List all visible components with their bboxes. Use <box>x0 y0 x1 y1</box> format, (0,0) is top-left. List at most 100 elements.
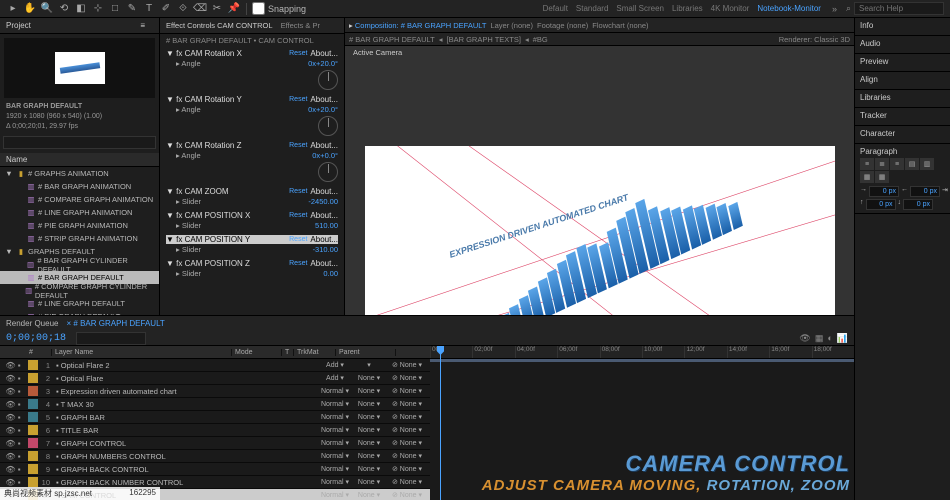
fx-property[interactable]: ▸ Slider0.00 <box>166 268 338 279</box>
bc-2[interactable]: #BG <box>533 35 548 44</box>
fx-header[interactable]: ▼ fx CAM ZOOMResetAbout... <box>166 187 338 196</box>
bc-1[interactable]: [BAR GRAPH TEXTS] <box>446 35 520 44</box>
timeline-layer[interactable]: 👁 ▪8▪ GRAPH NUMBERS CONTROLNormal ▾None … <box>0 450 430 463</box>
fx-header[interactable]: ▼ fx CAM POSITION XResetAbout... <box>166 211 338 220</box>
timeline-layer[interactable]: 👁 ▪2▪ Optical FlareAdd ▾None ▾⊘ None ▾ <box>0 372 430 385</box>
flowchart-tab[interactable]: Flowchart (none) <box>592 21 648 30</box>
justify-center-icon[interactable]: ▥ <box>920 158 934 170</box>
angle-dial[interactable] <box>318 116 338 136</box>
panel-character[interactable]: Character <box>860 129 945 138</box>
renderer-label[interactable]: Renderer: Classic 3D <box>779 35 850 44</box>
roto-tool[interactable]: ✂ <box>210 2 224 16</box>
fx-property[interactable]: ▸ Slider510.00 <box>166 220 338 231</box>
hand-tool[interactable]: ✋ <box>23 2 37 16</box>
justify-left-icon[interactable]: ▤ <box>905 158 919 170</box>
eraser-tool[interactable]: ⌫ <box>193 2 207 16</box>
align-right-icon[interactable]: ≡ <box>890 158 904 170</box>
workspace-small-screen[interactable]: Small Screen <box>616 4 664 13</box>
timeline-layer[interactable]: 👁 ▪9▪ GRAPH BACK CONTROLNormal ▾None ▾⊘ … <box>0 463 430 476</box>
bc-0[interactable]: # BAR GRAPH DEFAULT <box>349 35 435 44</box>
indent-left[interactable] <box>869 186 899 197</box>
fx-header[interactable]: ▼ fx CAM POSITION YResetAbout... <box>166 235 338 244</box>
shape-tool[interactable]: □ <box>108 2 122 16</box>
fx-property[interactable]: ▸ Slider-2450.00 <box>166 196 338 207</box>
selection-tool[interactable]: ▸ <box>6 2 20 16</box>
space-before[interactable] <box>866 199 896 210</box>
timeline-panel: Render Queue × # BAR GRAPH DEFAULT 0;00;… <box>0 315 854 500</box>
motion-blur-icon[interactable]: ◐ <box>827 333 832 344</box>
timeline-layer[interactable]: 👁 ▪3▪ Expression driven automated chartN… <box>0 385 430 398</box>
snapping-checkbox[interactable] <box>252 2 265 15</box>
fx-header[interactable]: ▼ fx CAM Rotation YResetAbout... <box>166 95 338 104</box>
timeline-layer[interactable]: 👁 ▪5▪ GRAPH BARNormal ▾None ▾⊘ None ▾ <box>0 411 430 424</box>
active-camera-label: Active Camera <box>353 48 402 57</box>
panel-libraries[interactable]: Libraries <box>860 93 945 102</box>
fx-property[interactable]: ▸ Angle0x+20.0° <box>166 58 338 69</box>
project-item[interactable]: ▥# BAR GRAPH ANIMATION <box>0 180 159 193</box>
clone-tool[interactable]: ⟐ <box>176 2 190 16</box>
brush-tool[interactable]: ✐ <box>159 2 173 16</box>
layer-list[interactable]: #Layer NameModeTTrkMatParent 👁 ▪1▪ Optic… <box>0 346 430 500</box>
panel-preview[interactable]: Preview <box>860 57 945 66</box>
fx-property[interactable]: ▸ Angle0x+0.0° <box>166 150 338 161</box>
align-center-icon[interactable]: ≣ <box>875 158 889 170</box>
angle-dial[interactable] <box>318 162 338 182</box>
panel-align[interactable]: Align <box>860 75 945 84</box>
workspace-libraries[interactable]: Libraries <box>672 4 703 13</box>
timeline-layer[interactable]: 👁 ▪7▪ GRAPH CONTROLNormal ▾None ▾⊘ None … <box>0 437 430 450</box>
justify-right-icon[interactable]: ▦ <box>860 171 874 183</box>
panel-audio[interactable]: Audio <box>860 39 945 48</box>
project-item[interactable]: ▥# PIE GRAPH ANIMATION <box>0 219 159 232</box>
shy-icon[interactable]: 👁 <box>799 333 810 344</box>
panel-info[interactable]: Info <box>860 21 945 30</box>
pen-tool[interactable]: ✎ <box>125 2 139 16</box>
align-left-icon[interactable]: ≡ <box>860 158 874 170</box>
panel-tracker[interactable]: Tracker <box>860 111 945 120</box>
angle-dial[interactable] <box>318 70 338 90</box>
project-item[interactable]: ▥# STRIP GRAPH ANIMATION <box>0 232 159 245</box>
workspace-4k-monitor[interactable]: 4K Monitor <box>711 4 750 13</box>
footage-tab[interactable]: Footage (none) <box>537 21 588 30</box>
comp-tab-active[interactable]: ▸ Composition: # BAR GRAPH DEFAULT <box>349 21 486 30</box>
current-timecode[interactable]: 0;00;00;18 <box>6 333 66 344</box>
timeline-layer[interactable]: 👁 ▪6▪ TITLE BARNormal ▾None ▾⊘ None ▾ <box>0 424 430 437</box>
layer-tab[interactable]: Layer (none) <box>490 21 533 30</box>
timeline-layer[interactable]: 👁 ▪4▪ T MAX 30Normal ▾None ▾⊘ None ▾ <box>0 398 430 411</box>
zoom-tool[interactable]: 🔍 <box>40 2 54 16</box>
camera-tool[interactable]: ◧ <box>74 2 88 16</box>
project-tab[interactable]: Project <box>6 21 31 30</box>
type-tool[interactable]: T <box>142 2 156 16</box>
search-input[interactable] <box>854 2 944 15</box>
layer-search[interactable] <box>76 332 146 345</box>
workspace-notebook-monitor[interactable]: Notebook-Monitor <box>757 4 821 13</box>
project-item[interactable]: ▥# BAR GRAPH CYLINDER DEFAULT <box>0 258 159 271</box>
render-queue-tab[interactable]: Render Queue <box>6 319 58 328</box>
work-area[interactable] <box>430 359 854 362</box>
frame-blend-icon[interactable]: ▦ <box>815 333 824 344</box>
ec-tab[interactable]: Effect Controls CAM CONTROL <box>166 21 273 30</box>
fx-header[interactable]: ▼ fx CAM Rotation XResetAbout... <box>166 49 338 58</box>
timeline-layer[interactable]: 👁 ▪1▪ Optical Flare 2Add ▾ ▾⊘ None ▾ <box>0 359 430 372</box>
timeline-comp-tab[interactable]: × # BAR GRAPH DEFAULT <box>66 319 164 328</box>
project-search[interactable] <box>3 136 156 149</box>
project-item[interactable]: ▥# COMPARE GRAPH CYLINDER DEFAULT <box>0 284 159 297</box>
project-item[interactable]: ▥# LINE GRAPH ANIMATION <box>0 206 159 219</box>
project-item[interactable]: ▼▮# GRAPHS ANIMATION <box>0 167 159 180</box>
rotate-tool[interactable]: ⟲ <box>57 2 71 16</box>
project-item[interactable]: ▥# COMPARE GRAPH ANIMATION <box>0 193 159 206</box>
puppet-tool[interactable]: 📌 <box>227 2 241 16</box>
timeline-track-area[interactable]: 0002;00f04;00f06;00f08;00f10;00f12;00f14… <box>430 346 854 500</box>
fx-property[interactable]: ▸ Slider-310.00 <box>166 244 338 255</box>
fx-header[interactable]: ▼ fx CAM Rotation ZResetAbout... <box>166 141 338 150</box>
fx-property[interactable]: ▸ Angle0x+20.0° <box>166 104 338 115</box>
justify-all-icon[interactable]: ▦ <box>875 171 889 183</box>
playhead[interactable] <box>440 346 441 500</box>
name-column[interactable]: Name <box>6 155 27 164</box>
pan-behind-tool[interactable]: ⊹ <box>91 2 105 16</box>
workspace-standard[interactable]: Standard <box>576 4 608 13</box>
workspace-default[interactable]: Default <box>543 4 568 13</box>
indent-right[interactable] <box>910 186 940 197</box>
graph-editor-icon[interactable]: 📊 <box>837 333 848 344</box>
space-after[interactable] <box>903 199 933 210</box>
fx-header[interactable]: ▼ fx CAM POSITION ZResetAbout... <box>166 259 338 268</box>
